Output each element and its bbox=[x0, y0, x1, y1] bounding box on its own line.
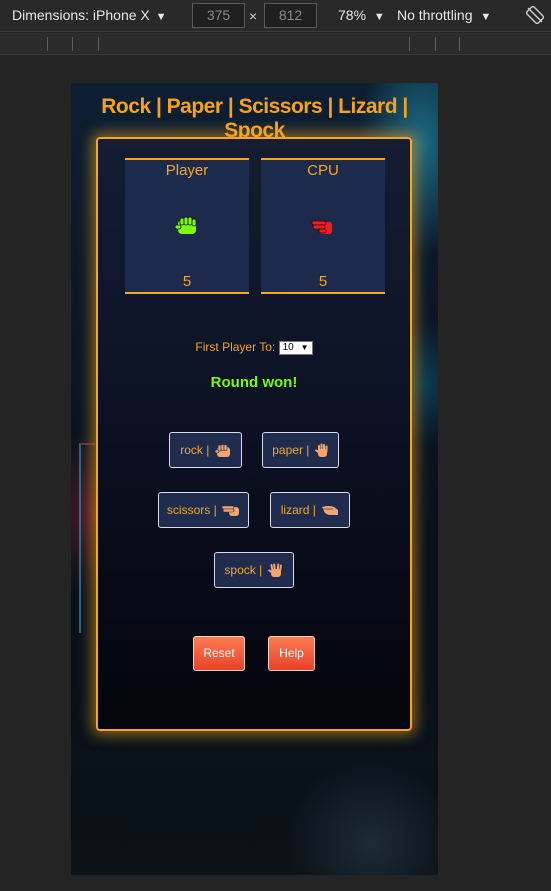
dimensions-label: Dimensions: iPhone X bbox=[12, 7, 150, 23]
paper-button-label: paper | bbox=[272, 443, 310, 457]
dimensions-dropdown[interactable]: Dimensions: iPhone X ▼ bbox=[12, 7, 167, 23]
background-neon-decoration bbox=[79, 443, 95, 633]
throttling-dropdown[interactable]: No throttling ▼ bbox=[397, 7, 491, 23]
first-player-to-row: First Player To: 10 ▼ bbox=[98, 340, 410, 355]
player-label: Player bbox=[165, 162, 209, 179]
scissors-hand-icon bbox=[311, 220, 332, 234]
lizard-button[interactable]: lizard | bbox=[270, 492, 350, 528]
cpu-label: CPU bbox=[307, 162, 339, 179]
round-result: Round won! bbox=[210, 374, 298, 391]
spock-button-label: spock | bbox=[224, 563, 263, 577]
times-icon: × bbox=[249, 8, 258, 24]
scissors-hand-icon bbox=[221, 506, 240, 517]
spock-button[interactable]: spock | bbox=[214, 552, 294, 588]
game-panel: Player 5 CPU 5 First Player To: 10 ▼ Rou… bbox=[96, 137, 412, 731]
rock-button-label: rock | bbox=[180, 443, 210, 457]
devtools-device-toolbar: Dimensions: iPhone X ▼ 375 × 812 78% ▼ N… bbox=[0, 0, 551, 32]
width-input[interactable]: 375 bbox=[192, 3, 245, 28]
chevron-down-icon: ▼ bbox=[155, 11, 167, 23]
first-player-to-value: 10 bbox=[282, 341, 294, 353]
device-viewport: Rock | Paper | Scissors | Lizard | Spock… bbox=[71, 83, 438, 875]
paper-button[interactable]: paper | bbox=[262, 432, 339, 468]
player-score: 5 bbox=[182, 273, 192, 290]
chevron-down-icon: ▼ bbox=[373, 11, 385, 23]
lizard-button-label: lizard | bbox=[280, 503, 316, 517]
spock-hand-icon bbox=[267, 563, 282, 578]
paper-hand-icon bbox=[314, 443, 328, 458]
scissors-button-label: scissors | bbox=[166, 503, 217, 517]
rotate-icon[interactable] bbox=[526, 6, 544, 24]
height-input[interactable]: 812 bbox=[264, 3, 317, 28]
rock-hand-icon bbox=[175, 216, 197, 234]
lizard-hand-icon bbox=[322, 506, 339, 516]
help-button[interactable]: Help bbox=[268, 636, 315, 671]
first-player-to-label: First Player To: bbox=[195, 340, 276, 354]
scissors-button[interactable]: scissors | bbox=[158, 492, 249, 528]
rock-button[interactable]: rock | bbox=[169, 432, 242, 468]
cpu-score-box: CPU 5 bbox=[261, 158, 385, 294]
zoom-label: 78% bbox=[338, 7, 367, 23]
chevron-down-icon: ▼ bbox=[300, 342, 309, 352]
first-player-to-select[interactable]: 10 ▼ bbox=[278, 340, 313, 355]
game-title: Rock | Paper | Scissors | Lizard | Spock bbox=[101, 95, 408, 142]
throttling-label: No throttling bbox=[397, 7, 473, 23]
media-query-ruler bbox=[0, 33, 551, 55]
chevron-down-icon: ▼ bbox=[480, 11, 492, 23]
player-score-box: Player 5 bbox=[125, 158, 249, 294]
rock-hand-icon bbox=[214, 444, 230, 457]
cpu-score: 5 bbox=[318, 273, 328, 290]
zoom-dropdown[interactable]: 78% ▼ bbox=[338, 7, 385, 23]
reset-button[interactable]: Reset bbox=[193, 636, 245, 671]
